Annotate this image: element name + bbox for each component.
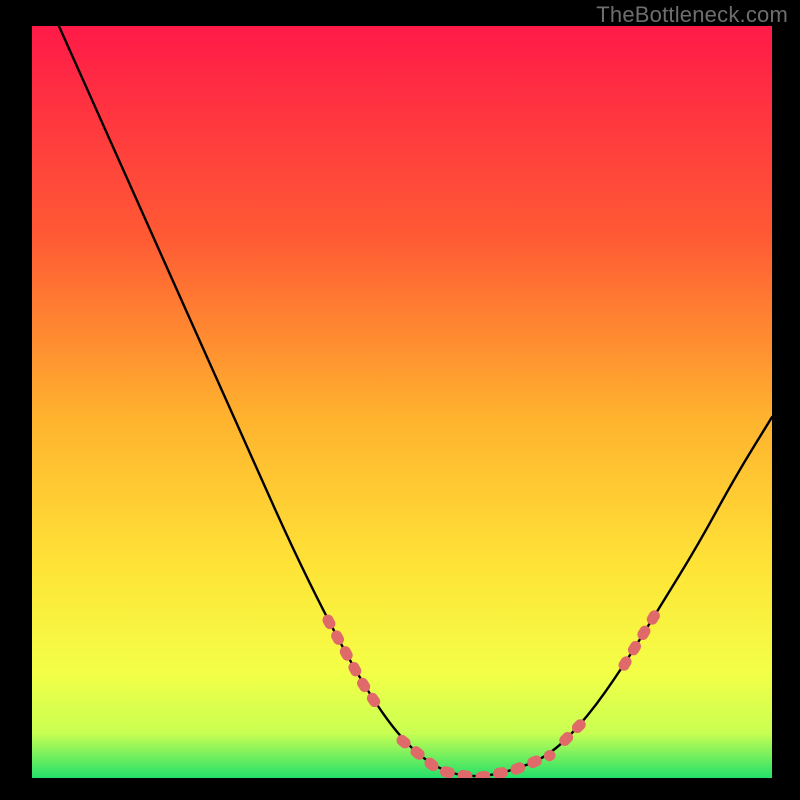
plot-background [32, 26, 772, 778]
chart-canvas: TheBottleneck.com [0, 0, 800, 800]
chart-svg [0, 0, 800, 800]
watermark-text: TheBottleneck.com [596, 2, 788, 28]
